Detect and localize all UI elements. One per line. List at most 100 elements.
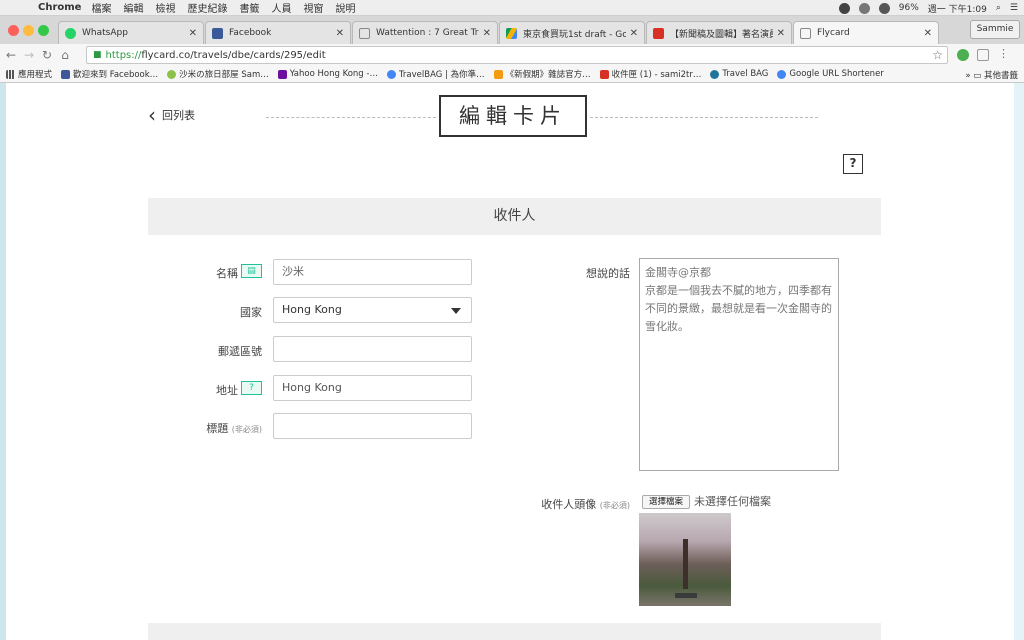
close-tab-icon[interactable]: ✕	[483, 28, 491, 39]
wifi-icon[interactable]	[878, 2, 890, 14]
back-icon[interactable]: ←	[4, 48, 18, 62]
tab-gmail[interactable]: 【新聞稿及圖輯】著名演員 ✕	[646, 21, 792, 44]
sync-icon[interactable]	[858, 2, 870, 14]
bookmark-item[interactable]: Travel BAG	[710, 69, 768, 79]
menu-edit[interactable]: 編輯	[123, 0, 143, 15]
close-tab-icon[interactable]: ✕	[336, 28, 344, 39]
url-path: flycard.co/travels/dbe/cards/295/edit	[141, 49, 326, 61]
optional-note: (非必須)	[231, 425, 262, 434]
app-name[interactable]: Chrome	[38, 2, 81, 13]
page-content	[0, 83, 1024, 640]
list-icon[interactable]: ☰	[1010, 3, 1018, 13]
close-window-button[interactable]	[8, 25, 19, 36]
tree-shape	[683, 539, 688, 589]
page-icon	[800, 27, 811, 39]
section-header-next	[148, 623, 881, 640]
gmail-icon	[599, 69, 609, 79]
help-button[interactable]: ?	[843, 154, 863, 174]
bookmark-star-icon[interactable]: ☆	[932, 48, 943, 62]
tab-wattention[interactable]: Wattention : 7 Great Train✕	[352, 21, 498, 44]
gmail-icon	[653, 27, 664, 39]
title-label: 標題 (非必須)	[206, 422, 262, 435]
chevron-left-icon: ‹	[148, 103, 156, 127]
menu-dots-icon[interactable]: ⋮	[998, 47, 1009, 60]
address-help-icon[interactable]: ?	[241, 381, 262, 395]
forward-icon[interactable]: →	[22, 48, 36, 62]
message-textarea[interactable]: 金閣寺@京都 京都是一個我去不膩的地方，四季都有不同的景緻，最想就是看一次金閣寺…	[639, 258, 839, 471]
menu-people[interactable]: 人員	[271, 0, 291, 15]
close-tab-icon[interactable]: ✕	[630, 28, 638, 39]
menu-history[interactable]: 歷史紀錄	[187, 0, 227, 15]
tab-whatsapp[interactable]: WhatsApp ✕	[58, 21, 204, 44]
google-icon	[777, 69, 787, 79]
bookmark-item[interactable]: 歡迎來到 Facebook…	[61, 68, 158, 80]
facebook-icon	[212, 27, 223, 39]
back-to-list-link[interactable]: ‹ 回列表	[148, 103, 195, 127]
country-label: 國家	[240, 306, 262, 319]
menu-help[interactable]: 說明	[335, 0, 355, 15]
close-tab-icon[interactable]: ✕	[777, 28, 785, 39]
wordpress-icon	[710, 69, 720, 79]
whatsapp-icon	[65, 27, 76, 39]
postal-code-label: 郵遞區號	[218, 345, 262, 358]
close-tab-icon[interactable]: ✕	[189, 28, 197, 39]
address-bar[interactable]: ■ https:// flycard.co/travels/dbe/cards/…	[86, 46, 948, 64]
optional-note: (非必須)	[599, 501, 630, 510]
bookmark-item[interactable]: Google URL Shortener	[777, 69, 884, 79]
line-icon[interactable]	[838, 2, 850, 14]
book-icon[interactable]: ▤	[241, 264, 262, 278]
menu-file[interactable]: 檔案	[91, 0, 111, 15]
back-label: 回列表	[162, 109, 195, 122]
clock[interactable]: 週一 下午1:09	[928, 2, 987, 15]
reload-icon[interactable]: ↻	[40, 48, 54, 62]
google-drive-icon	[506, 27, 517, 39]
background-edge	[0, 83, 6, 640]
yahoo-icon	[277, 69, 287, 79]
minimize-window-button[interactable]	[23, 25, 34, 36]
plane-icon	[493, 69, 503, 79]
page-icon	[359, 27, 370, 39]
postal-code-input[interactable]	[273, 336, 472, 362]
facebook-icon	[61, 69, 71, 79]
bookmark-item[interactable]: 應用程式	[6, 68, 52, 80]
bookmark-item[interactable]: 《新假期》雜誌官方…	[493, 68, 591, 80]
lock-icon: ■	[93, 50, 102, 60]
page-title: 編輯卡片	[439, 95, 587, 137]
menu-view[interactable]: 檢視	[155, 0, 175, 15]
extension-icon[interactable]	[957, 49, 969, 61]
bookmark-item[interactable]: 沙米の旅日部屋 Sam…	[167, 68, 269, 80]
tab-flycard[interactable]: Flycard ✕	[793, 21, 939, 44]
mac-menubar: Chrome 檔案 編輯 檢視 歷史紀錄 書籤 人員 視窗 說明 96% 週一 …	[0, 0, 1024, 16]
zoom-window-button[interactable]	[38, 25, 49, 36]
tab-facebook[interactable]: Facebook ✕	[205, 21, 351, 44]
country-select[interactable]: Hong Kong	[273, 297, 472, 323]
bookmark-item[interactable]: Yahoo Hong Kong -…	[277, 69, 378, 79]
menu-bookmarks[interactable]: 書籤	[239, 0, 259, 15]
other-bookmarks[interactable]: » ▭ 其他書籤	[965, 69, 1018, 81]
close-tab-icon[interactable]: ✕	[924, 28, 932, 39]
title-input[interactable]	[273, 413, 472, 439]
google-icon	[386, 69, 396, 79]
search-icon[interactable]: ⌕	[996, 3, 1001, 13]
background-edge	[1014, 83, 1024, 640]
country-value: Hong Kong	[282, 303, 342, 316]
leaf-icon	[167, 69, 177, 79]
home-icon[interactable]: ⌂	[58, 48, 72, 62]
tab-google-drive[interactable]: 東京食買玩1st draft - Goog✕	[499, 21, 645, 44]
bookmark-item[interactable]: TravelBAG | 為你準…	[386, 68, 485, 80]
battery-percent[interactable]: 96%	[899, 3, 919, 13]
bookmark-item[interactable]: 收件匣 (1) - sami2tr…	[599, 68, 701, 80]
choose-file-button[interactable]: 選擇檔案	[642, 495, 690, 509]
user-profile-button[interactable]: Sammie	[970, 20, 1020, 39]
avatar-label: 收件人頭像 (非必須)	[541, 498, 630, 511]
url-scheme: https://	[105, 49, 142, 61]
extension-icon[interactable]	[977, 49, 989, 61]
avatar-image	[639, 513, 731, 606]
name-input[interactable]: 沙米	[273, 259, 472, 285]
divider	[590, 117, 818, 118]
address-label: 地址	[216, 384, 238, 397]
menu-window[interactable]: 視窗	[303, 0, 323, 15]
bookmarks-bar: 應用程式 歡迎來到 Facebook… 沙米の旅日部屋 Sam… Yahoo H…	[0, 66, 1024, 83]
address-input[interactable]: Hong Kong	[273, 375, 472, 401]
bench-shape	[675, 593, 697, 598]
